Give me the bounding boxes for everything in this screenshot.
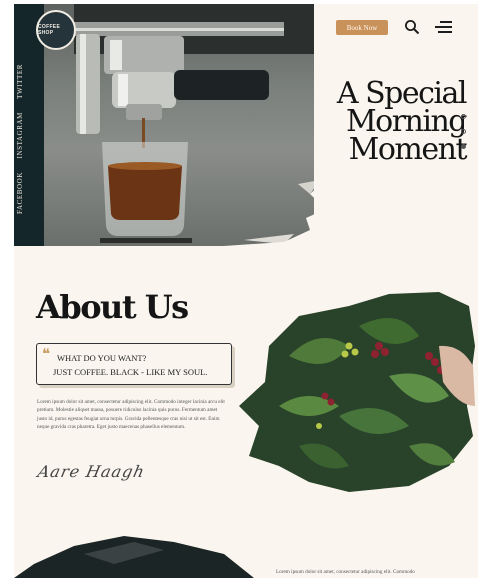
social-link-twitter[interactable]: TWITTER xyxy=(16,64,42,99)
quote-line-2: JUST COFFEE. BLACK - LIKE MY SOUL. xyxy=(53,367,208,377)
quote-card: ❝ WHAT DO YOU WANT? JUST COFFEE. BLACK -… xyxy=(36,343,232,385)
hero-title-line-3: Moment xyxy=(348,132,468,167)
social-link-instagram[interactable]: INSTAGRAM xyxy=(16,112,42,158)
social-link-facebook[interactable]: FACEBOOK xyxy=(16,172,42,214)
brand-logo[interactable]: COFFEE SHOP xyxy=(36,10,76,50)
search-icon[interactable] xyxy=(404,19,420,35)
bottom-brush-image xyxy=(14,536,254,578)
slider-dot-1[interactable] xyxy=(461,114,466,119)
menu-icon[interactable] xyxy=(435,20,452,34)
coffee-plant-image xyxy=(239,292,475,492)
bottom-body-text: Lorem ipsum dolor sit amet, consectetur … xyxy=(276,569,415,575)
signature: Aare Haagh xyxy=(35,462,147,481)
slider-dots xyxy=(461,114,466,159)
about-body-text: Lorem ipsum dolor sit amet, consectetur … xyxy=(37,399,225,430)
landing-page: FACEBOOK INSTAGRAM TWITTER COFFEE SHOP B… xyxy=(14,4,478,578)
slider-dot-2[interactable] xyxy=(461,129,466,134)
slider-dot-3[interactable] xyxy=(461,144,466,149)
about-title: About Us xyxy=(36,288,189,326)
book-now-button[interactable]: Book Now xyxy=(336,20,388,35)
logo-text: COFFEE SHOP xyxy=(38,24,61,36)
hero-section: FACEBOOK INSTAGRAM TWITTER COFFEE SHOP B… xyxy=(14,4,478,254)
quote-line-1: WHAT DO YOU WANT? xyxy=(57,353,147,363)
quote-icon: ❝ xyxy=(42,345,51,363)
hero-title: A Special Morning Moment xyxy=(296,79,468,167)
